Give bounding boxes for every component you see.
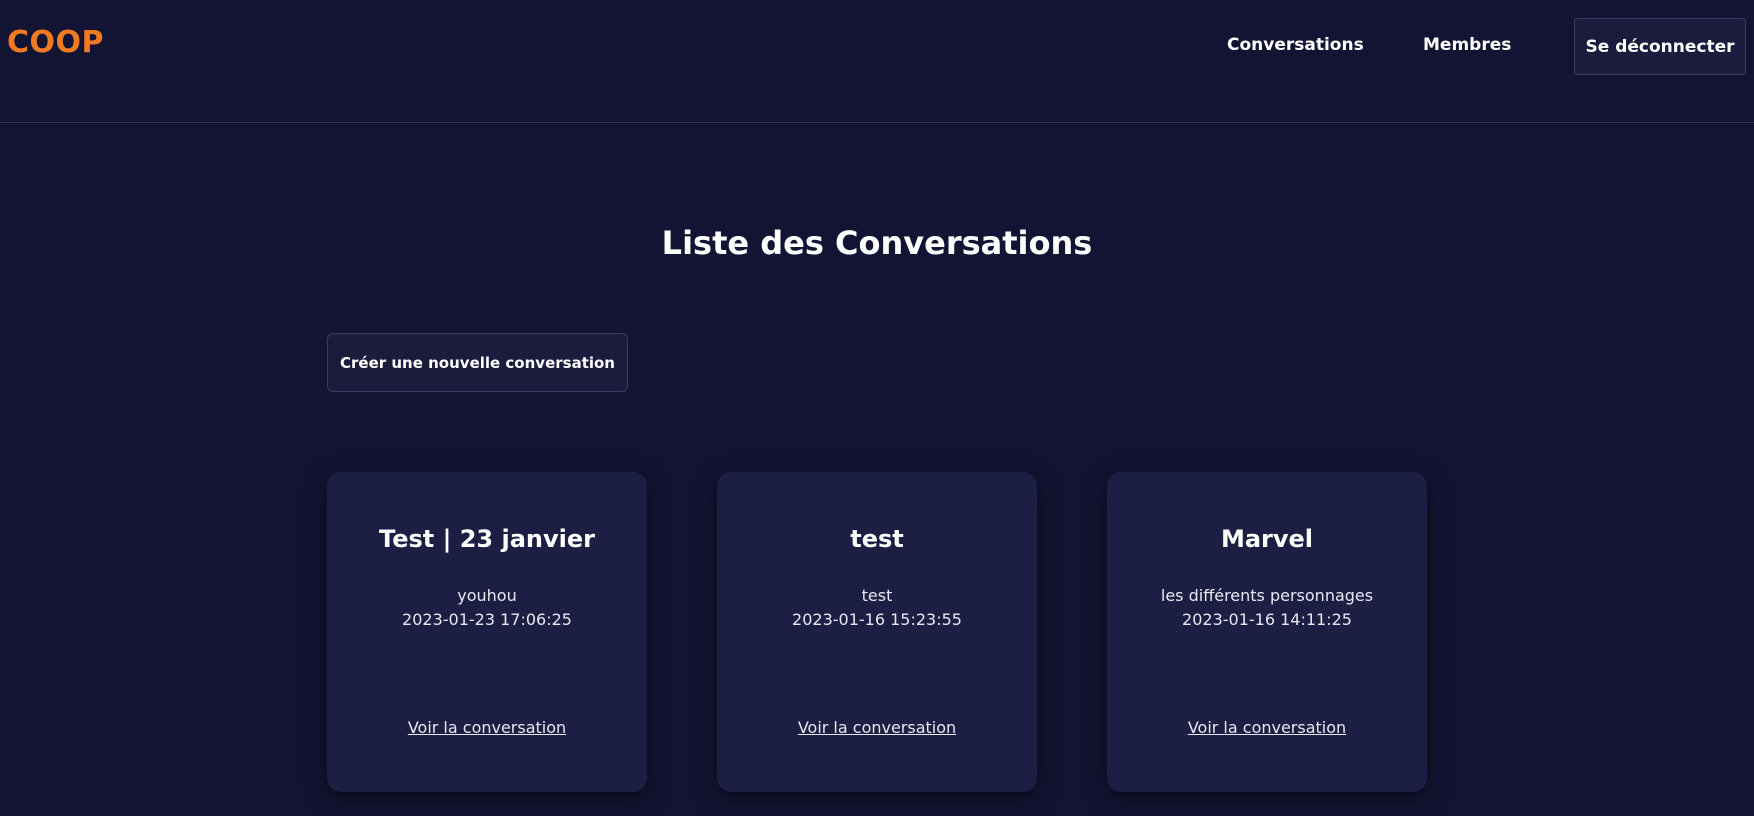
view-conversation-link[interactable]: Voir la conversation [1107, 718, 1427, 737]
logout-button[interactable]: Se déconnecter [1574, 18, 1746, 75]
view-conversation-link[interactable]: Voir la conversation [717, 718, 1037, 737]
conversation-date: 2023-01-16 15:23:55 [792, 610, 962, 629]
conversation-card: Test | 23 janvier youhou 2023-01-23 17:0… [327, 472, 647, 792]
conversation-description: youhou [457, 586, 517, 605]
nav-membres-link[interactable]: Membres [1423, 35, 1511, 55]
page-title: Liste des Conversations [661, 224, 1093, 262]
conversation-card: Marvel les différents personnages 2023-0… [1107, 472, 1427, 792]
conversation-title: Test | 23 janvier [379, 525, 595, 553]
conversation-card: test test 2023-01-16 15:23:55 Voir la co… [717, 472, 1037, 792]
conversation-description: les différents personnages [1160, 586, 1374, 605]
conversation-date: 2023-01-16 14:11:25 [1182, 610, 1352, 629]
nav-conversations-link[interactable]: Conversations [1227, 35, 1364, 55]
conversation-title: Marvel [1220, 525, 1314, 553]
create-conversation-button[interactable]: Créer une nouvelle conversation [327, 333, 628, 392]
coop-logo[interactable]: COOP [7, 25, 104, 60]
top-navbar: COOP Conversations Membres Se déconnecte… [0, 0, 1754, 123]
conversation-date: 2023-01-23 17:06:25 [402, 610, 572, 629]
view-conversation-link[interactable]: Voir la conversation [327, 718, 647, 737]
conversation-title: test [850, 525, 904, 553]
conversation-description: test [861, 586, 893, 605]
